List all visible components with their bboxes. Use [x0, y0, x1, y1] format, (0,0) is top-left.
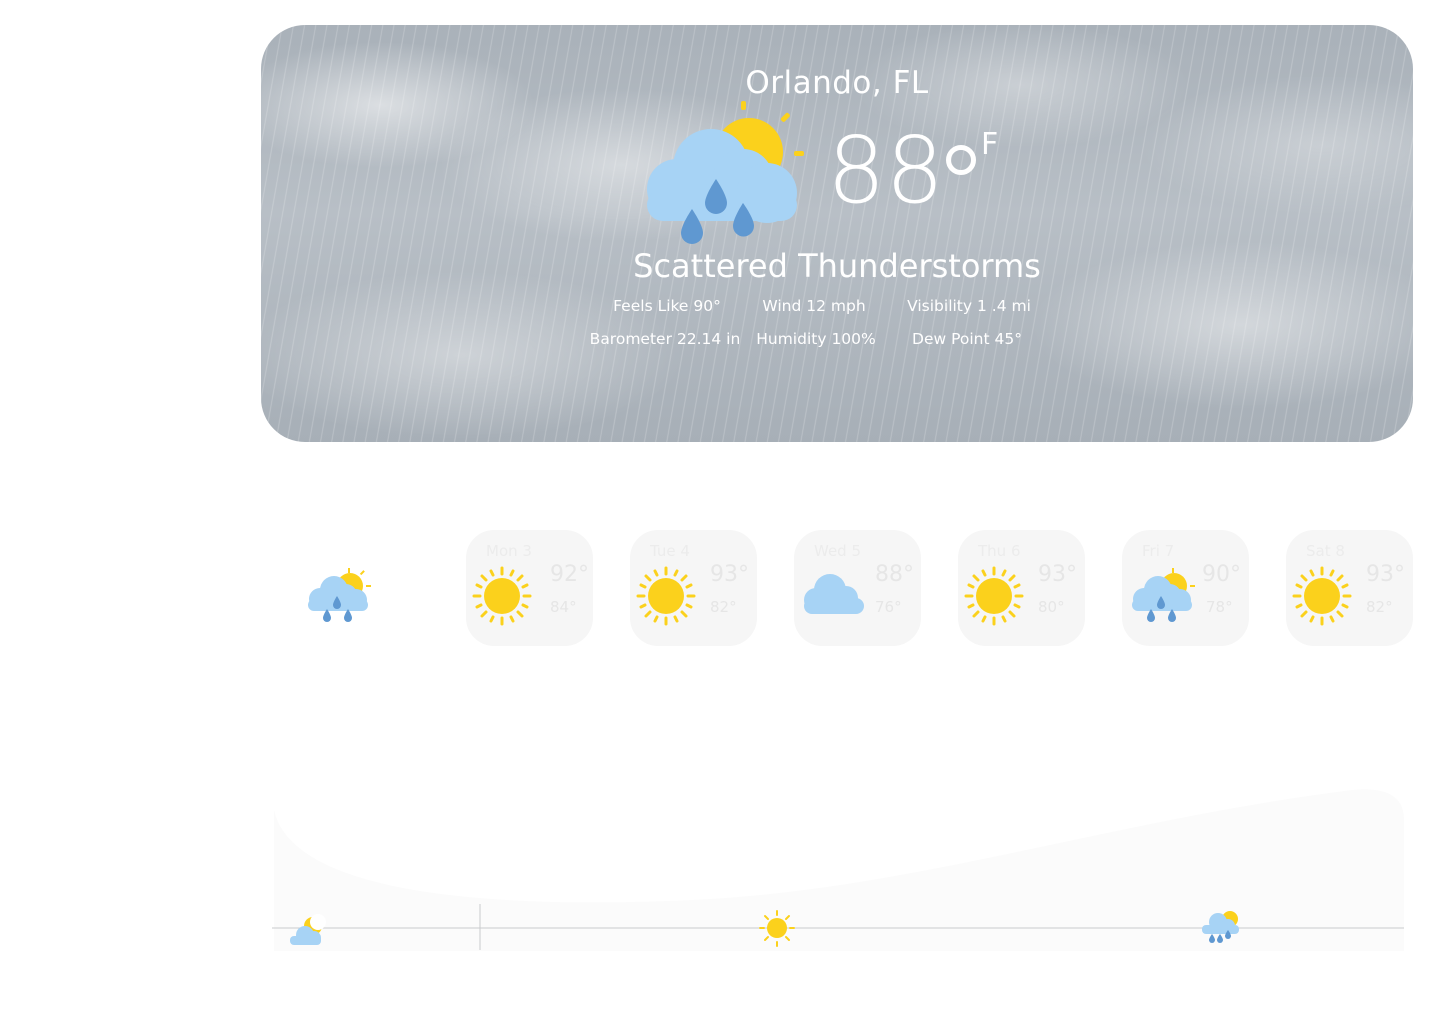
forecast-high: 92° — [550, 562, 589, 587]
forecast-day: Fri 7 — [1142, 542, 1175, 560]
sun-icon — [964, 566, 1024, 626]
forecast-low: 84° — [550, 598, 577, 616]
forecast-high: 90° — [1202, 562, 1241, 587]
condition-text: Scattered Thunderstorms — [633, 247, 1041, 285]
current-temperature: 88 — [827, 117, 945, 224]
forecast-high: 93° — [1038, 562, 1077, 587]
sun-cloud-rain-icon — [1132, 568, 1195, 622]
location-title: Orlando, FL — [745, 65, 929, 101]
sun-icon — [636, 566, 696, 626]
forecast-day: Tue 4 — [650, 542, 690, 560]
forecast-day: Thu 6 — [978, 542, 1021, 560]
visibility-stat: Visibility 1 .4 mi — [907, 297, 1031, 315]
forecast-low: 76° — [875, 598, 902, 616]
forecast-high: 88° — [875, 562, 914, 587]
feels-like-stat: Feels Like 90° — [613, 297, 721, 315]
current-weather-card: Orlando, FL 88 F Scattered Thunderstorms… — [261, 25, 1413, 442]
forecast-day: Mon 3 — [486, 542, 532, 560]
forecast-day: Wed 5 — [814, 542, 862, 560]
hourly-timeline — [272, 789, 1407, 955]
forecast-card-mon[interactable]: Mon 3 92° 84° — [466, 530, 593, 646]
barometer-stat: Barometer 22.14 in — [589, 330, 741, 348]
cloud-icon — [804, 574, 864, 614]
humidity-stat: Humidity 100% — [756, 330, 876, 348]
forecast-card-sat[interactable]: Sat 8 93° 82° — [1286, 530, 1413, 646]
forecast-card-thu[interactable]: Thu 6 93° 80° — [958, 530, 1085, 646]
forecast-high: 93° — [1366, 562, 1405, 587]
wind-stat: Wind 12 mph — [762, 297, 866, 315]
dew-point-stat: Dew Point 45° — [912, 330, 1022, 348]
forecast-low: 80° — [1038, 598, 1065, 616]
forecast-day: Sat 8 — [1306, 542, 1345, 560]
sun-cloud-rain-icon — [308, 568, 371, 622]
forecast-card-fri[interactable]: Fri 7 90° 78° — [1122, 530, 1249, 646]
forecast-low: 82° — [710, 598, 737, 616]
temperature-unit: F — [981, 127, 999, 162]
sun-icon — [1292, 566, 1352, 626]
forecast-low: 78° — [1206, 598, 1233, 616]
forecast-card-wed[interactable]: Wed 5 88° 76° — [794, 530, 921, 646]
forecast-low: 82° — [1366, 598, 1393, 616]
sun-icon — [472, 566, 532, 626]
sun-cloud-rain-icon — [647, 101, 804, 244]
forecast-card-tue[interactable]: Tue 4 93° 82° — [630, 530, 757, 646]
forecast-high: 93° — [710, 562, 749, 587]
degree-symbol — [946, 145, 976, 175]
